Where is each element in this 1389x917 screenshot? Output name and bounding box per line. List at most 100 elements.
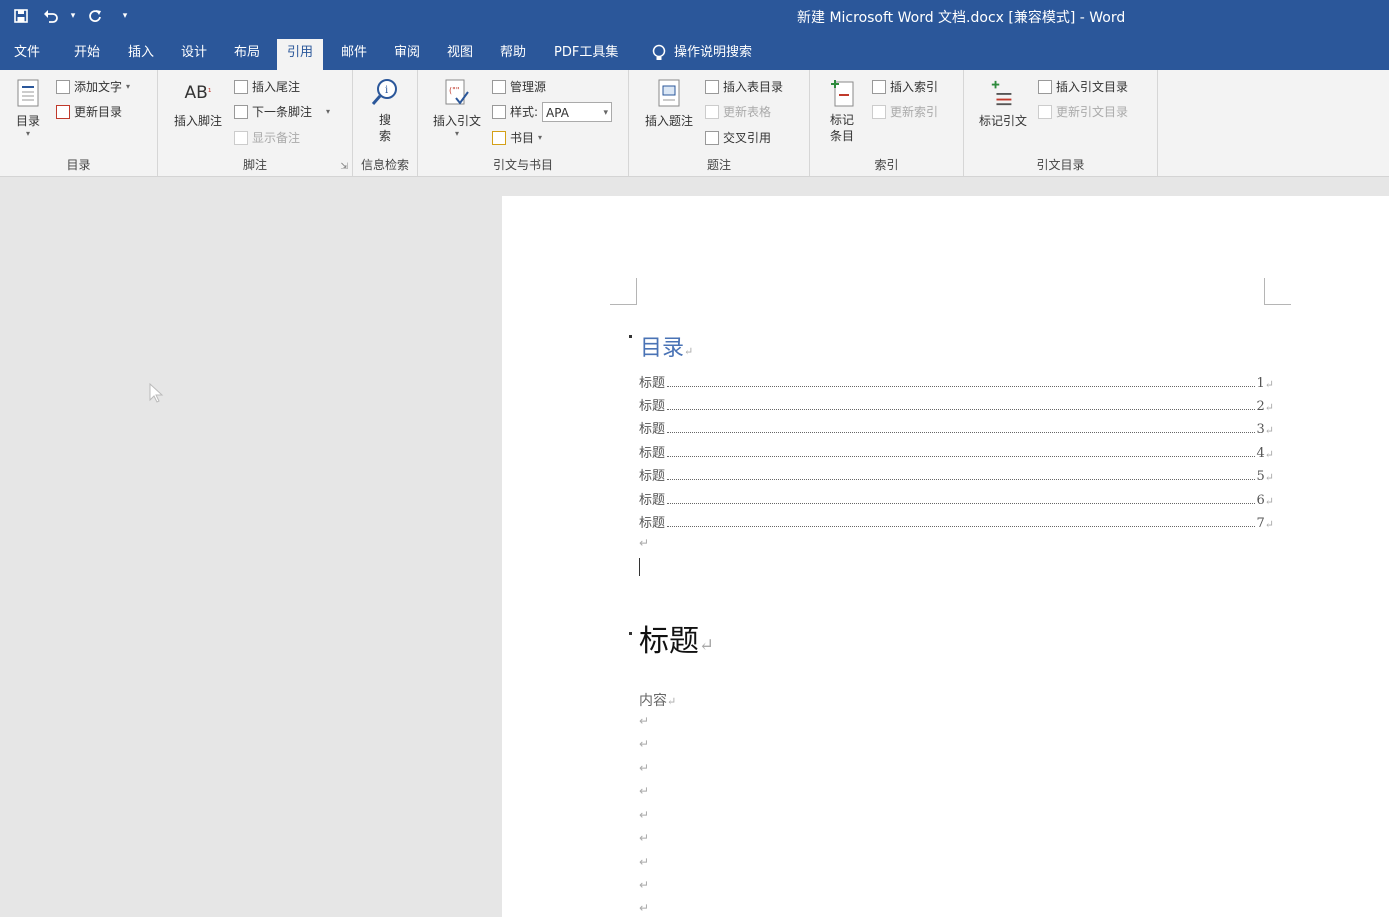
update-toc-button[interactable]: 更新目录 bbox=[56, 101, 122, 123]
tab-layout[interactable]: 布局 bbox=[234, 39, 260, 70]
tell-me-search[interactable]: 操作说明搜索 bbox=[652, 39, 752, 67]
empty-paragraph[interactable]: ↵ bbox=[639, 831, 649, 845]
body-paragraph[interactable]: 内容↵ bbox=[639, 690, 676, 710]
add-text-button[interactable]: 添加文字 ▾ bbox=[56, 76, 130, 98]
empty-paragraph[interactable]: ↵ bbox=[639, 878, 649, 892]
empty-paragraph[interactable]: ↵ bbox=[639, 855, 649, 869]
add-text-icon bbox=[56, 80, 70, 94]
ribbon: 目录 ▾ 添加文字 ▾ 更新目录 目录 AB¹ 插入脚注 插入尾注 下一条脚注 bbox=[0, 70, 1389, 177]
bibliography-button[interactable]: 书目 ▾ bbox=[492, 127, 542, 149]
insert-citation-button[interactable]: ("" 插入引文 ▾ bbox=[428, 76, 486, 138]
insert-toa-button[interactable]: 插入引文目录 bbox=[1038, 76, 1128, 98]
group-footnotes: AB ¹ 插入脚注 插入尾注 下一条脚注 ▾ 显示备注 脚注 ⇲ bbox=[158, 70, 353, 176]
toc-entry-text: 标题 bbox=[639, 422, 666, 437]
quick-access-toolbar: ▾ ▾ bbox=[8, 5, 138, 27]
toc-entry[interactable]: 标题 7 ↵ bbox=[639, 511, 1274, 531]
title-bar: ▾ ▾ 新建 Microsoft Word 文档.docx [兼容模式] - W… bbox=[0, 0, 1389, 34]
tab-insert[interactable]: 插入 bbox=[128, 39, 154, 70]
citation-style-select[interactable]: APA bbox=[542, 102, 613, 123]
cross-reference-button[interactable]: 交叉引用 bbox=[705, 127, 771, 149]
tab-pdf-tools[interactable]: PDF工具集 bbox=[554, 39, 618, 70]
group-table-of-authorities: 标记引文 插入引文目录 更新引文目录 引文目录 bbox=[964, 70, 1158, 176]
toc-entry[interactable]: 标题 6 ↵ bbox=[639, 488, 1274, 508]
group-label-footnotes: 脚注 bbox=[242, 158, 267, 172]
toc-entry[interactable]: 标题 3 ↵ bbox=[639, 417, 1274, 437]
insert-endnote-button[interactable]: 插入尾注 bbox=[234, 76, 300, 98]
save-icon[interactable] bbox=[8, 5, 34, 27]
window-title: 新建 Microsoft Word 文档.docx [兼容模式] - Word bbox=[797, 10, 1126, 26]
mark-entry-button[interactable]: 标记条目 bbox=[822, 76, 862, 144]
insert-caption-label: 插入题注 bbox=[644, 114, 693, 128]
update-toc-icon bbox=[56, 105, 70, 119]
footnote-dialog-launcher-icon[interactable]: ⇲ bbox=[340, 162, 348, 172]
show-notes-button[interactable]: 显示备注 bbox=[234, 127, 300, 149]
toc-entry[interactable]: 标题 4 ↵ bbox=[639, 441, 1274, 461]
paragraph-mark: ↵ bbox=[1264, 448, 1274, 461]
tab-view[interactable]: 视图 bbox=[447, 39, 473, 70]
empty-paragraph[interactable]: ↵ bbox=[639, 761, 649, 775]
next-footnote-button[interactable]: 下一条脚注 ▾ bbox=[234, 101, 330, 123]
toc-dropdown-icon: ▾ bbox=[25, 129, 30, 138]
empty-paragraph[interactable]: ↵ bbox=[639, 784, 649, 798]
next-footnote-label: 下一条脚注 bbox=[252, 105, 313, 119]
mark-citation-label: 标记引文 bbox=[978, 114, 1027, 128]
tab-help[interactable]: 帮助 bbox=[500, 39, 526, 70]
insert-caption-button[interactable]: 插入题注 bbox=[639, 76, 699, 129]
insert-index-button[interactable]: 插入索引 bbox=[872, 76, 938, 98]
toc-leader bbox=[667, 432, 1255, 433]
empty-paragraph[interactable]: ↵ bbox=[639, 714, 649, 728]
mark-entry-label: 标记条目 bbox=[829, 113, 854, 143]
document-page[interactable]: 目录↵ 标题 1 ↵ 标题 2 ↵ 标题 3 ↵ 标题 4 ↵ 标题 5 ↵ 标题 6 ↵ 标题 7 ↵ ↵… bbox=[502, 196, 1389, 917]
undo-icon[interactable] bbox=[38, 5, 64, 27]
toc-entry-page: 4 bbox=[1256, 446, 1265, 461]
tab-design[interactable]: 设计 bbox=[181, 39, 207, 70]
empty-paragraph[interactable]: ↵ bbox=[639, 536, 649, 550]
search-icon: i bbox=[371, 76, 399, 110]
text-cursor bbox=[639, 558, 640, 576]
group-index: 标记条目 插入索引 更新索引 索引 bbox=[810, 70, 964, 176]
paragraph-mark: ↵ bbox=[1264, 401, 1274, 414]
manage-sources-button[interactable]: 管理源 bbox=[492, 76, 546, 98]
tab-mailings[interactable]: 邮件 bbox=[341, 39, 367, 70]
tab-file[interactable]: 文件 bbox=[14, 39, 40, 70]
paragraph-mark: ↵ bbox=[1264, 424, 1274, 437]
toc-button[interactable]: 目录 ▾ bbox=[8, 76, 48, 138]
insert-table-of-figures-button[interactable]: 插入表目录 bbox=[705, 76, 783, 98]
search-button[interactable]: i 搜索 bbox=[367, 76, 403, 144]
show-notes-label: 显示备注 bbox=[252, 131, 301, 145]
insert-citation-dropdown-icon: ▾ bbox=[454, 129, 459, 138]
toc-entry-page: 1 bbox=[1256, 376, 1265, 391]
insert-footnote-button[interactable]: AB ¹ 插入脚注 bbox=[168, 76, 228, 129]
update-toa-icon bbox=[1038, 105, 1052, 119]
toc-heading[interactable]: 目录↵ bbox=[640, 330, 693, 362]
paragraph-mark: ↵ bbox=[667, 695, 677, 708]
customize-qat-icon[interactable]: ▾ bbox=[112, 5, 138, 27]
mark-citation-button[interactable]: 标记引文 bbox=[974, 76, 1032, 129]
document-heading[interactable]: 标题↵ bbox=[639, 616, 714, 660]
tab-home[interactable]: 开始 bbox=[74, 39, 100, 70]
insert-endnote-label: 插入尾注 bbox=[252, 80, 301, 94]
lightbulb-icon bbox=[652, 44, 666, 60]
undo-dropdown-icon[interactable]: ▾ bbox=[68, 5, 78, 27]
redo-icon[interactable] bbox=[82, 5, 108, 27]
toc-entry[interactable]: 标题 5 ↵ bbox=[639, 464, 1274, 484]
empty-paragraph[interactable]: ↵ bbox=[639, 901, 649, 915]
toc-entry[interactable]: 标题 1 ↵ bbox=[639, 371, 1274, 391]
ribbon-tabs: 文件 开始 插入 设计 布局 引用 邮件 审阅 视图 帮助 PDF工具集 操作说… bbox=[0, 34, 1389, 70]
update-toa-button[interactable]: 更新引文目录 bbox=[1038, 101, 1128, 123]
empty-paragraph[interactable]: ↵ bbox=[639, 737, 649, 751]
svg-text:("": ("" bbox=[449, 86, 459, 95]
toc-entry-page: 7 bbox=[1256, 516, 1265, 531]
footnote-icon-text: AB bbox=[184, 83, 208, 103]
toc-entry[interactable]: 标题 2 ↵ bbox=[639, 394, 1274, 414]
toc-leader bbox=[667, 456, 1255, 457]
cross-reference-label: 交叉引用 bbox=[723, 131, 772, 145]
update-index-button[interactable]: 更新索引 bbox=[872, 101, 938, 123]
toc-entry-page: 2 bbox=[1256, 399, 1265, 414]
tab-review[interactable]: 审阅 bbox=[394, 39, 420, 70]
footnote-superscript-icon: ¹ bbox=[207, 88, 212, 98]
update-table-button[interactable]: 更新表格 bbox=[705, 101, 771, 123]
tab-references[interactable]: 引用 bbox=[277, 39, 324, 70]
insert-table-of-figures-icon bbox=[705, 80, 719, 94]
empty-paragraph[interactable]: ↵ bbox=[639, 808, 649, 822]
